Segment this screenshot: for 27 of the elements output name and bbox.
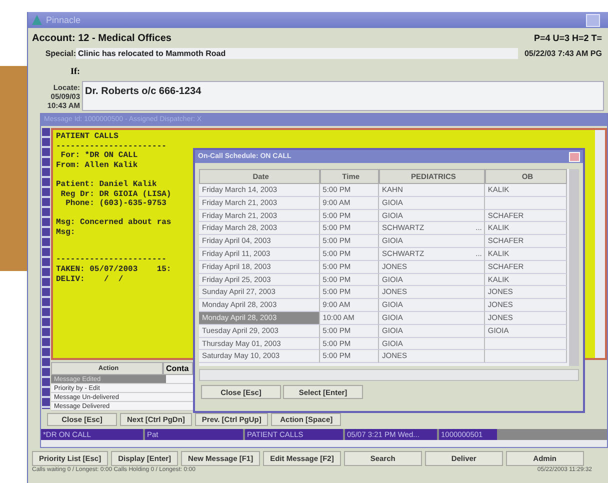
minimize-button[interactable] [586,14,600,26]
message-line: ----------------------- [56,255,168,265]
message-line: Patient: Daniel Kalik [56,180,158,190]
app-icon [32,15,42,25]
message-line: Msg: Concerned about ras [56,218,172,228]
message-line: DELIV: / / [56,274,124,284]
special-field: Clinic has relocated to Mammoth Road [76,48,518,59]
message-line: Reg Dr: DR GIOIA (LISA) [60,190,172,199]
account-label: Account: 12 - Medical Offices [32,32,172,44]
scrollbar[interactable] [595,130,605,358]
if-label: If: [70,66,80,76]
message-line: Phone: (603)-635-9753 [64,199,168,209]
timestamp: 05/22/03 7:43 AM PG [524,49,602,58]
locate-field[interactable]: Dr. Roberts o/c 666-1234 [82,81,604,111]
scrollbar[interactable] [41,440,607,447]
close-icon[interactable] [569,152,580,162]
message-line: PATIENT CALLS [56,132,120,142]
message-line: Msg: [56,228,76,238]
message-line: From: Allen Kalik [56,161,139,171]
window-title: Pinnacle [46,15,81,25]
message-line: ----------------------- [56,142,168,151]
special-label: Special: [44,49,76,58]
scrollbar[interactable] [199,369,579,381]
message-line: TAKEN: 05/07/2003 15: [56,265,172,275]
scrollbar[interactable] [569,169,579,366]
column-header: Conta [163,362,193,375]
counts-label: P=4 U=3 H=2 T= [534,33,602,43]
